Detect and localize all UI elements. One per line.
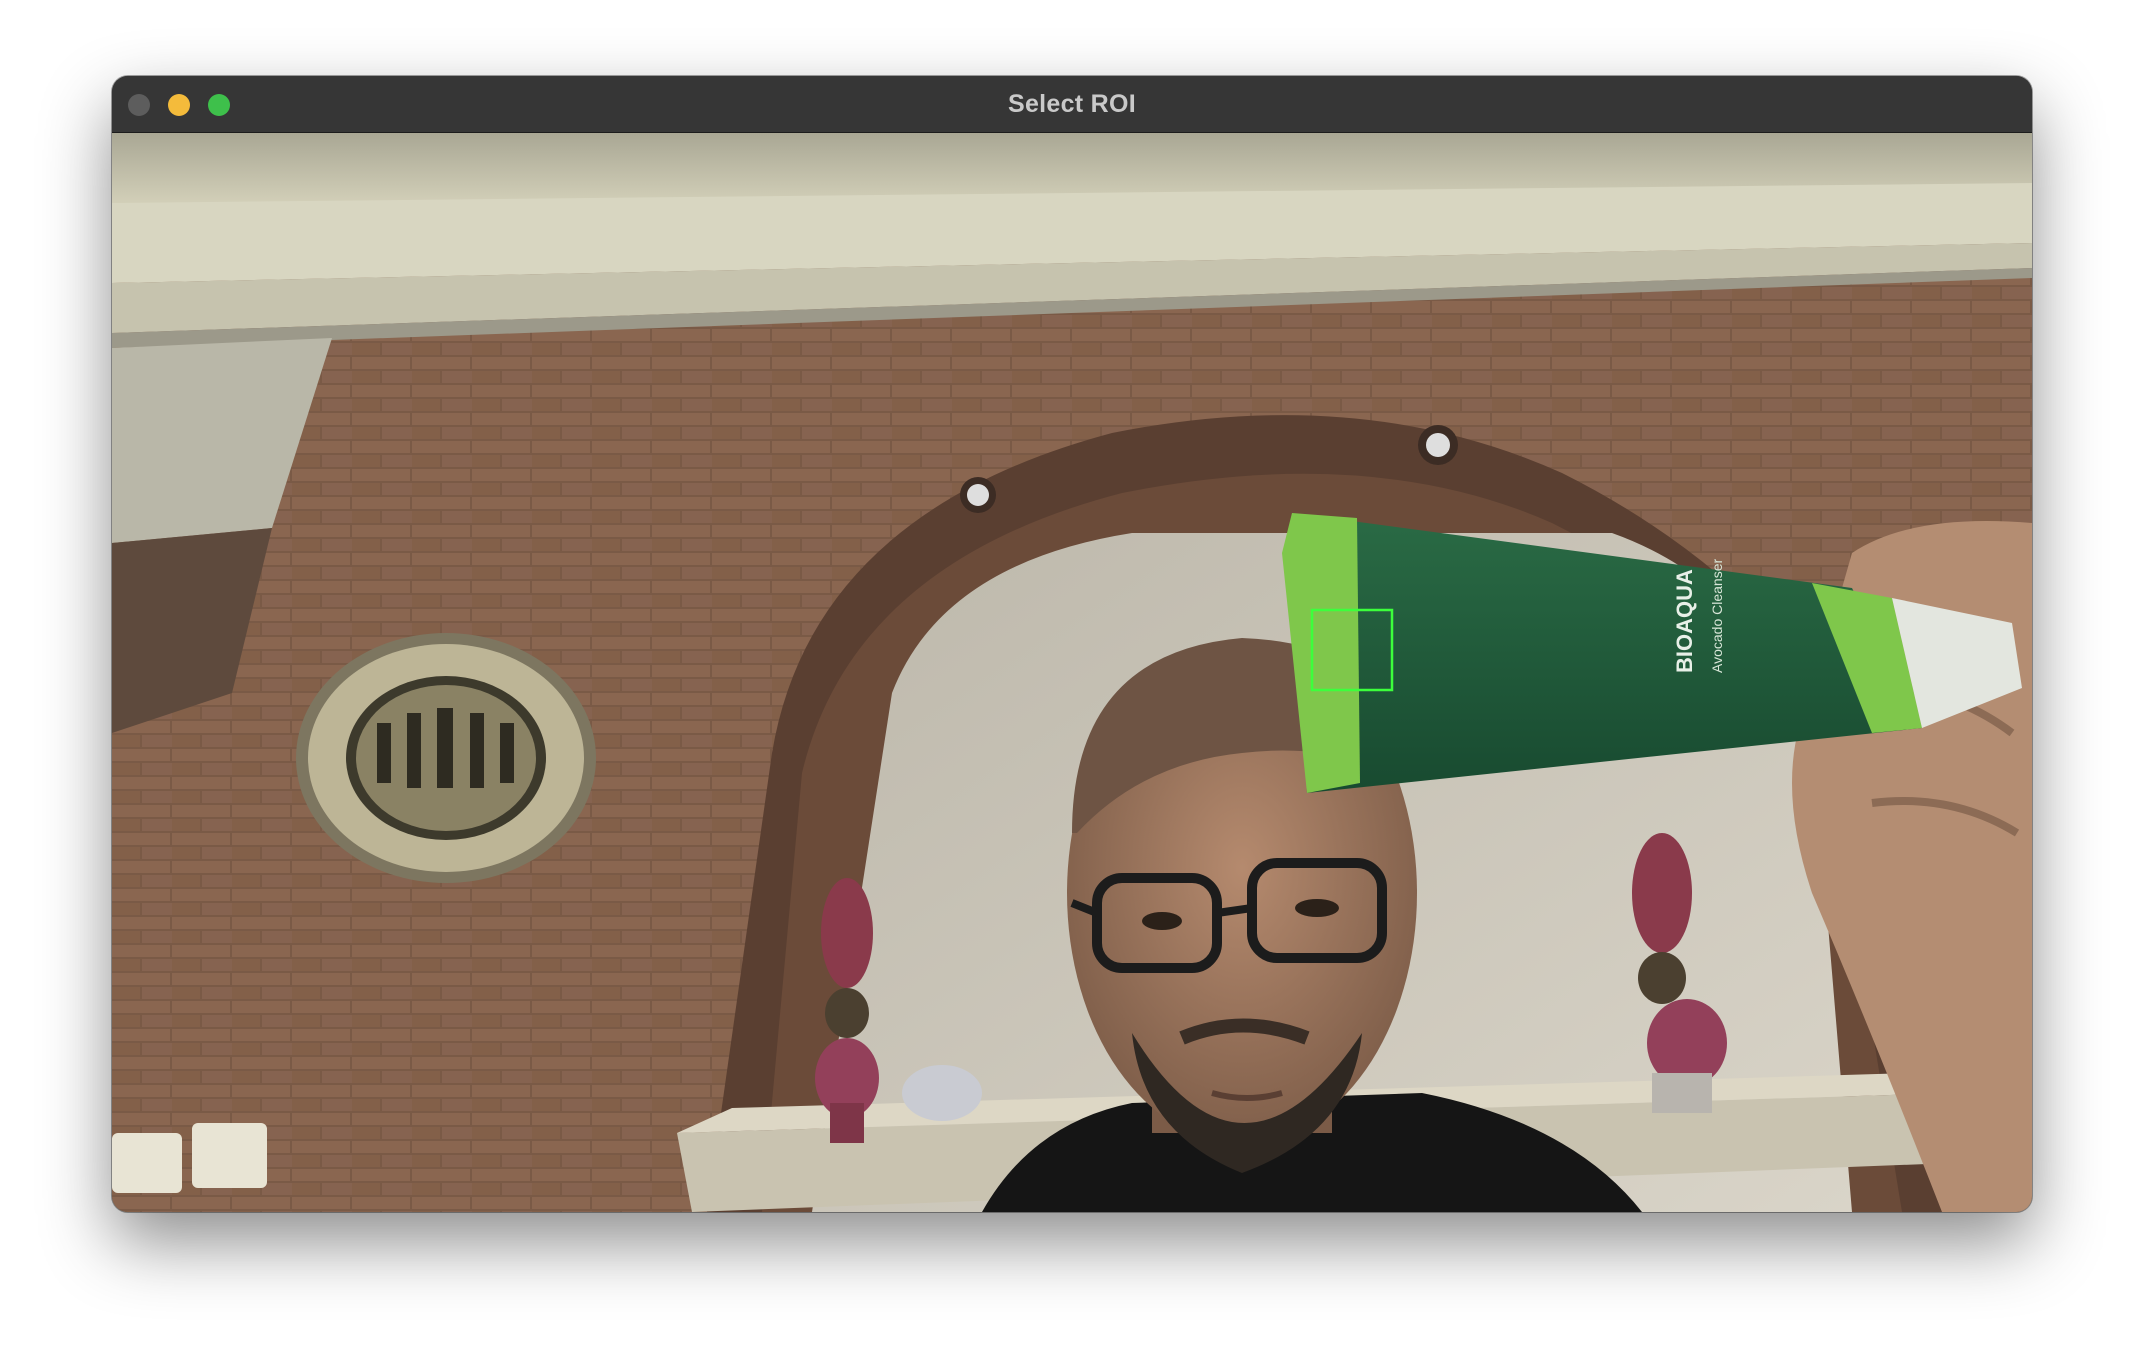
product-line-text: Avocado Cleanser	[1709, 559, 1725, 673]
title-bar[interactable]: Select ROI	[112, 76, 2032, 133]
camera-image: BIOAQUA Avocado Cleanser	[112, 133, 2032, 1212]
decorative-plate	[296, 633, 596, 883]
product-brand-text: BIOAQUA	[1672, 569, 1697, 673]
camera-frame[interactable]: BIOAQUA Avocado Cleanser	[112, 133, 2032, 1212]
window-title: Select ROI	[1007, 90, 1137, 118]
app-window: Select ROI BIOAQUA Avocado Cleanser	[112, 76, 2032, 1212]
